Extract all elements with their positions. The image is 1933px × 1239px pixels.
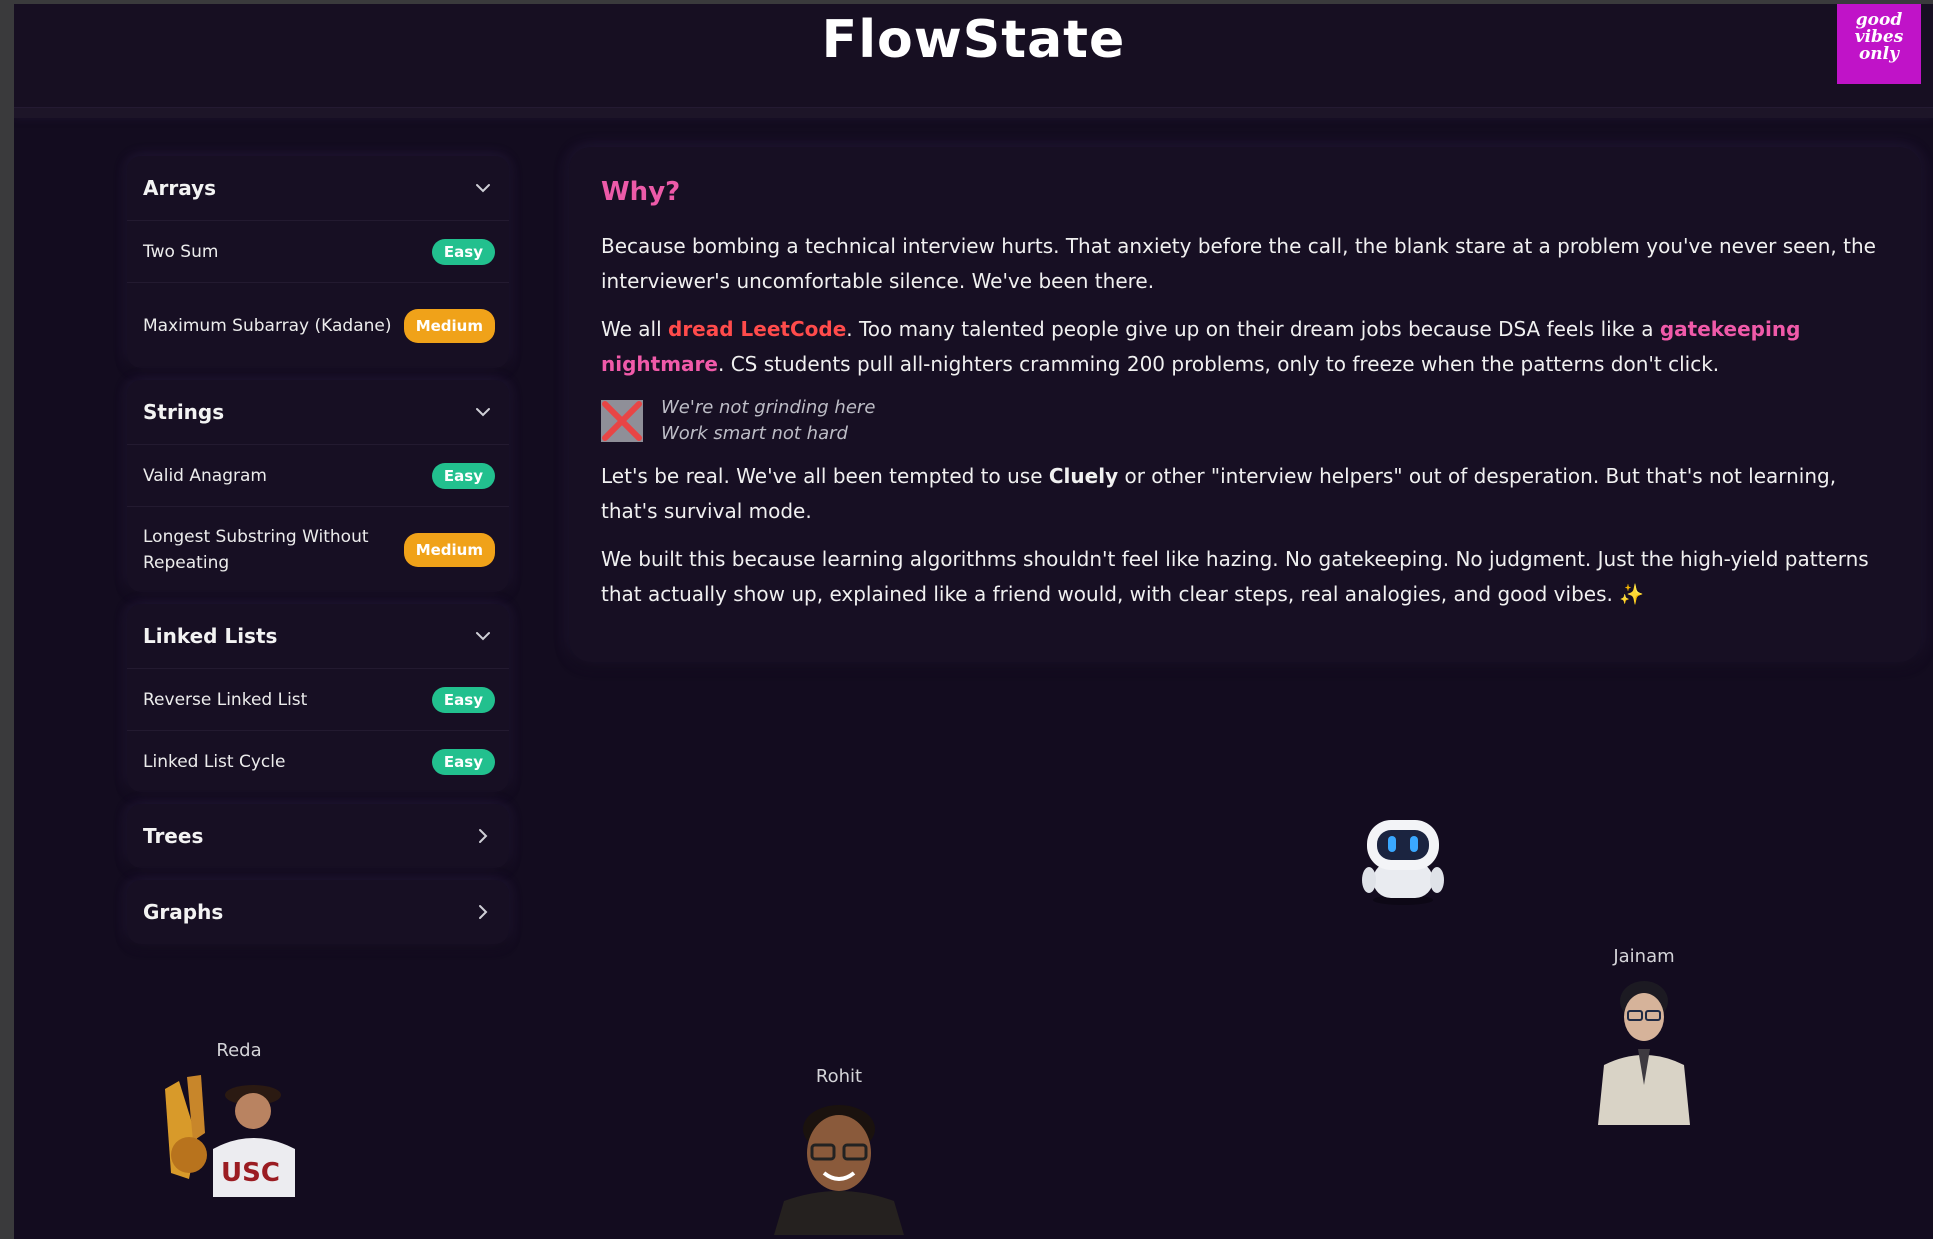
- why-paragraph-4: We built this because learning algorithm…: [601, 547, 1869, 606]
- section-title: Strings: [143, 400, 225, 424]
- app-logo[interactable]: FlowState: [14, 10, 1933, 70]
- chevron-down-icon[interactable]: [475, 628, 491, 644]
- section-title: Trees: [143, 824, 204, 848]
- text-segment: . Too many talented people give up on th…: [846, 317, 1660, 341]
- usc-shirt-text: USC: [221, 1158, 280, 1188]
- section-arrays: Arrays Two Sum Easy Maximum Subarray (Ka…: [127, 156, 509, 368]
- good-vibes-badge: good vibes only: [1837, 4, 1921, 84]
- difficulty-badge: Easy: [431, 238, 495, 265]
- quote-text: We're not grinding here Work smart not h…: [661, 395, 875, 447]
- section-header-trees[interactable]: Trees: [127, 804, 509, 868]
- chevron-down-icon[interactable]: [475, 180, 491, 196]
- section-trees: Trees: [127, 804, 509, 868]
- section-header-arrays[interactable]: Arrays: [127, 156, 509, 220]
- problem-item-max-subarray[interactable]: Maximum Subarray (Kadane) Medium: [127, 282, 509, 368]
- person-name: Reda: [216, 1040, 262, 1061]
- chevron-down-icon[interactable]: [475, 404, 491, 420]
- header-divider: [14, 108, 1933, 118]
- difficulty-badge: Medium: [403, 308, 495, 343]
- jainam-avatar: [1598, 981, 1690, 1125]
- problem-label: Maximum Subarray (Kadane): [143, 315, 392, 336]
- difficulty-badge: Easy: [431, 748, 495, 775]
- problem-item-longest-substring[interactable]: Longest Substring Without Repeating Medi…: [127, 506, 509, 592]
- quote-line-1: We're not grinding here: [661, 397, 876, 418]
- top-header: FlowState good vibes only: [14, 4, 1933, 108]
- text-segment: Let's be real. We've all been tempted to…: [601, 464, 1049, 488]
- problem-item-linked-list-cycle[interactable]: Linked List Cycle Easy: [127, 730, 509, 792]
- why-paragraph-1: Because bombing a technical interview hu…: [601, 234, 1876, 293]
- why-heading: Why?: [601, 177, 681, 207]
- cluely-bold: Cluely: [1048, 464, 1119, 488]
- text-segment: . CS students pull all-nighters cramming…: [717, 352, 1720, 376]
- dread-leetcode-highlight: dread LeetCode: [668, 317, 847, 341]
- person-jainam: Jainam: [1559, 946, 1729, 1129]
- section-strings: Strings Valid Anagram Easy Longest Subst…: [127, 380, 509, 592]
- rohit-avatar: [774, 1105, 904, 1235]
- topic-sidebar: Arrays Two Sum Easy Maximum Subarray (Ka…: [127, 156, 509, 956]
- broken-image-icon: [601, 400, 643, 442]
- quote-block: We're not grinding here Work smart not h…: [601, 395, 1889, 447]
- problem-item-two-sum[interactable]: Two Sum Easy: [127, 220, 509, 282]
- problem-label: Longest Substring Without Repeating: [143, 526, 369, 573]
- person-reda: Reda USC: [144, 1040, 334, 1201]
- why-card: Why? Because bombing a technical intervi…: [569, 147, 1921, 662]
- text-segment: We all: [601, 317, 668, 341]
- section-header-graphs[interactable]: Graphs: [127, 880, 509, 944]
- difficulty-badge: Medium: [403, 532, 495, 567]
- why-paragraph-3: Let's be real. We've all been tempted to…: [601, 459, 1889, 529]
- badge-line: only: [1858, 44, 1900, 64]
- section-header-strings[interactable]: Strings: [127, 380, 509, 444]
- problem-label: Two Sum: [143, 241, 219, 262]
- problem-label: Reverse Linked List: [143, 689, 308, 710]
- person-name: Rohit: [815, 1066, 863, 1087]
- difficulty-badge: Easy: [431, 462, 495, 489]
- problem-label: Valid Anagram: [143, 465, 267, 486]
- robot-mascot-icon[interactable]: [1359, 814, 1447, 906]
- chevron-right-icon[interactable]: [475, 904, 491, 920]
- problem-item-reverse-linked-list[interactable]: Reverse Linked List Easy: [127, 668, 509, 730]
- reda-avatar: USC: [165, 1075, 295, 1197]
- difficulty-badge: Easy: [431, 686, 495, 713]
- section-graphs: Graphs: [127, 880, 509, 944]
- app-frame: FlowState good vibes only Arrays Two Sum…: [14, 4, 1933, 1239]
- section-title: Graphs: [143, 900, 224, 924]
- person-name: Jainam: [1613, 946, 1675, 967]
- person-rohit: Rohit: [754, 1066, 924, 1239]
- section-title: Linked Lists: [143, 624, 278, 648]
- section-header-linked-lists[interactable]: Linked Lists: [127, 604, 509, 668]
- problem-label: Linked List Cycle: [143, 751, 286, 772]
- why-paragraph-2: We all dread LeetCode. Too many talented…: [601, 312, 1889, 382]
- quote-line-2: Work smart not hard: [661, 423, 848, 444]
- section-title: Arrays: [143, 176, 217, 200]
- problem-item-valid-anagram[interactable]: Valid Anagram Easy: [127, 444, 509, 506]
- chevron-right-icon[interactable]: [475, 828, 491, 844]
- section-linked-lists: Linked Lists Reverse Linked List Easy Li…: [127, 604, 509, 792]
